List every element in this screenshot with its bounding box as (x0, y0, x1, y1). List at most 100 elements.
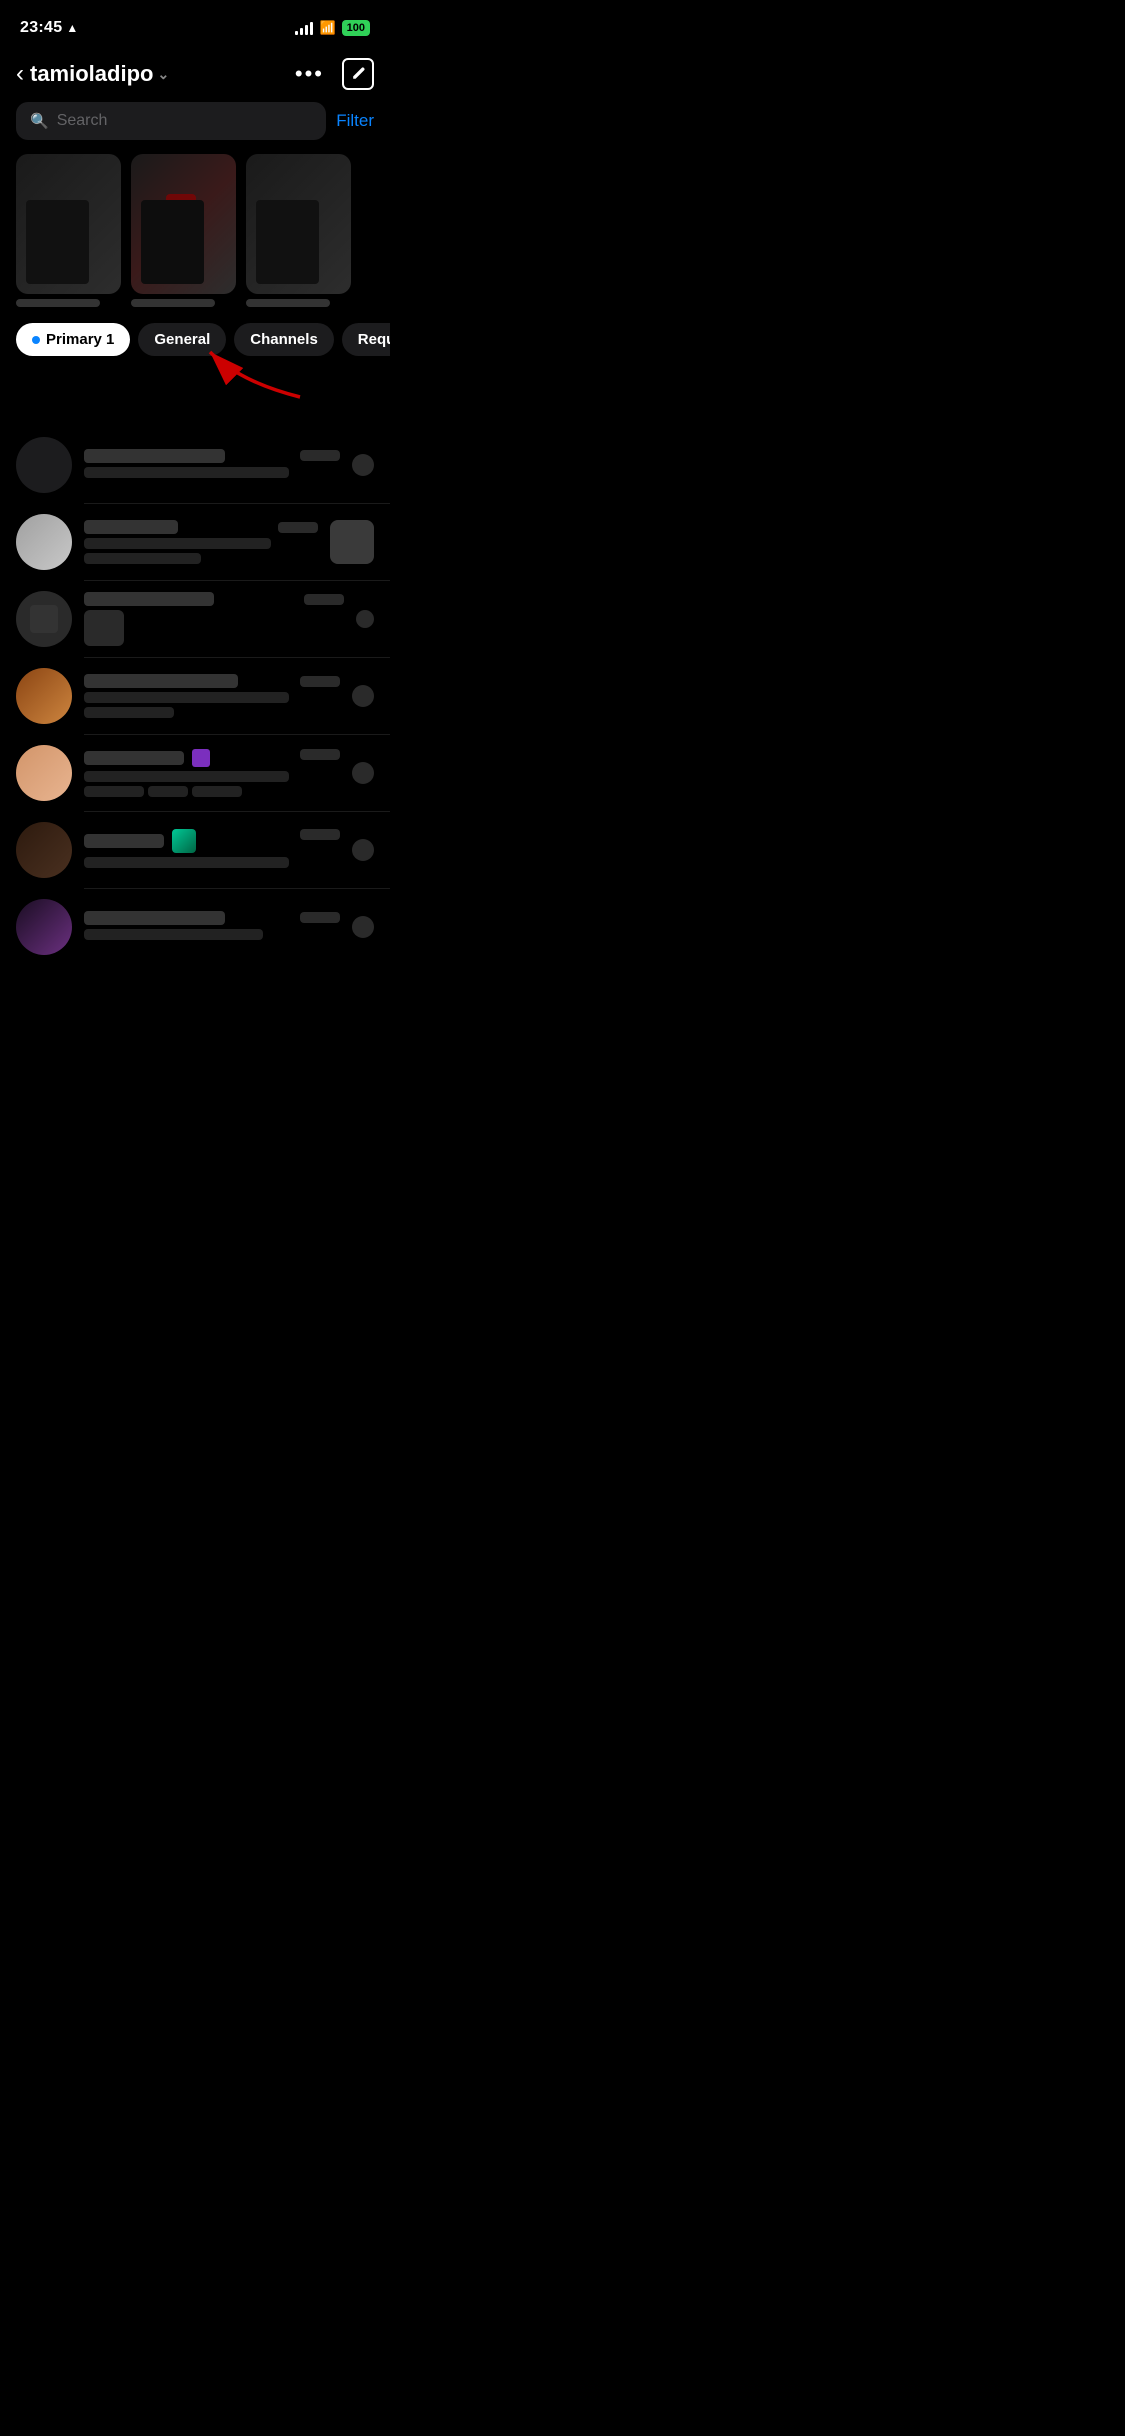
back-button[interactable]: ‹ (16, 60, 24, 88)
conv-name (84, 520, 178, 534)
compose-button[interactable] (342, 58, 374, 90)
conv-badge (352, 839, 374, 861)
conv-badge (352, 916, 374, 938)
avatar (16, 668, 72, 724)
conv-emoji (192, 749, 210, 767)
conv-preview (84, 929, 263, 940)
conv-right (352, 454, 374, 476)
search-bar[interactable]: 🔍 Search (16, 102, 326, 140)
conv-name (84, 592, 214, 606)
conv-name (84, 449, 225, 463)
avatar (16, 437, 72, 493)
conv-right (352, 685, 374, 707)
conv-preview (84, 857, 289, 868)
list-item[interactable] (0, 427, 390, 503)
list-item[interactable] (0, 658, 390, 734)
avatar (16, 745, 72, 801)
nav-left: ‹ tamioladipo ⌄ (16, 60, 169, 88)
status-icons: 📶 100 (295, 20, 370, 36)
signal-icon (295, 21, 313, 35)
conv-preview-2 (84, 707, 174, 718)
conv-content (84, 749, 340, 797)
conv-time (304, 594, 344, 605)
conv-time (278, 522, 318, 533)
story-thumbnail (16, 154, 121, 294)
stories-row (0, 154, 390, 323)
conv-tag (192, 786, 242, 797)
conv-badge (352, 685, 374, 707)
avatar (16, 822, 72, 878)
list-item[interactable] (0, 735, 390, 811)
story-thumbnail (246, 154, 351, 294)
conv-time (300, 749, 340, 760)
annotation-arrow (160, 342, 360, 402)
nav-bar: ‹ tamioladipo ⌄ ••• (0, 50, 390, 102)
nav-right: ••• (295, 58, 374, 90)
conv-content (84, 911, 340, 944)
filter-button[interactable]: Filter (336, 111, 374, 131)
story-label (131, 299, 215, 307)
conv-content (84, 520, 318, 564)
conv-preview (84, 692, 289, 703)
search-bar-container: 🔍 Search Filter (0, 102, 390, 154)
story-item[interactable] (246, 154, 351, 307)
conv-name (84, 911, 225, 925)
username-label: tamioladipo (30, 61, 153, 87)
avatar (16, 899, 72, 955)
status-time: 23:45 ▲ (20, 19, 79, 37)
search-placeholder: Search (57, 112, 108, 130)
wifi-icon: 📶 (319, 20, 335, 36)
conv-preview-2 (84, 553, 201, 564)
conv-right (352, 762, 374, 784)
conv-right (352, 916, 374, 938)
primary-dot (32, 336, 40, 344)
conv-name (84, 834, 164, 848)
more-options-button[interactable]: ••• (295, 61, 324, 87)
conv-time (300, 676, 340, 687)
avatar (16, 591, 72, 647)
conv-badge (352, 762, 374, 784)
conv-content (84, 674, 340, 718)
status-bar: 23:45 ▲ 📶 100 (0, 0, 390, 50)
dropdown-chevron-icon: ⌄ (157, 66, 169, 83)
conv-content (84, 449, 340, 482)
avatar (16, 514, 72, 570)
story-item[interactable] (131, 154, 236, 307)
conv-preview (84, 467, 289, 478)
story-label (246, 299, 330, 307)
story-thumbnail (131, 154, 236, 294)
conv-name (84, 674, 238, 688)
conversation-list (0, 427, 390, 965)
conv-badge (352, 454, 374, 476)
search-icon: 🔍 (30, 112, 49, 130)
conv-right (352, 839, 374, 861)
account-title[interactable]: tamioladipo ⌄ (30, 61, 169, 87)
list-item[interactable] (0, 889, 390, 965)
conv-time (300, 450, 340, 461)
conv-right (330, 520, 374, 564)
annotation-container (0, 372, 390, 427)
story-label (16, 299, 100, 307)
conv-preview (84, 771, 289, 782)
list-item[interactable] (0, 581, 390, 657)
list-item[interactable] (0, 812, 390, 888)
tab-primary[interactable]: Primary 1 (16, 323, 130, 356)
conv-time (300, 912, 340, 923)
clock: 23:45 (20, 19, 62, 37)
conv-preview (84, 538, 271, 549)
conv-right (356, 610, 374, 628)
conv-media-small (84, 610, 124, 646)
list-item[interactable] (0, 504, 390, 580)
conv-tag (148, 786, 188, 797)
conv-badge (356, 610, 374, 628)
conv-content (84, 592, 344, 646)
conv-content (84, 829, 340, 872)
battery-icon: 100 (342, 20, 370, 36)
tab-requests-label: Requests (358, 331, 390, 348)
compose-icon (350, 66, 366, 82)
location-icon: ▲ (66, 21, 78, 35)
story-item[interactable] (16, 154, 121, 307)
conv-emoji (172, 829, 196, 853)
conv-tag (84, 786, 144, 797)
conv-name (84, 751, 184, 765)
